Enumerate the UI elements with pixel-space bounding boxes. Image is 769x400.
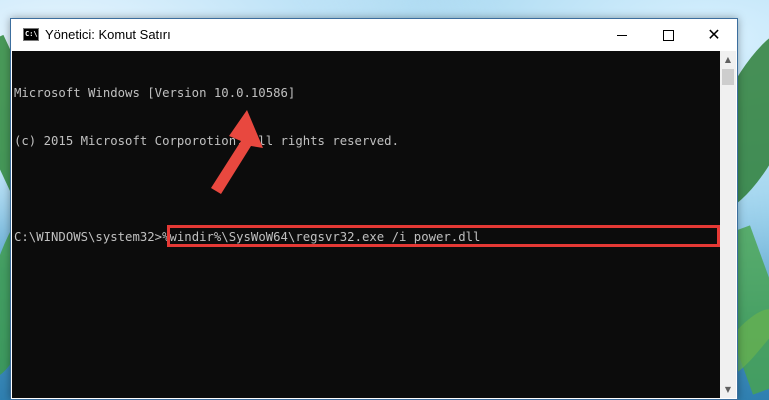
command-highlight-box [167, 225, 720, 247]
window-title: Yönetici: Komut Satırı [45, 27, 171, 42]
console-output[interactable]: Microsoft Windows [Version 10.0.10586] (… [12, 51, 720, 398]
maximize-button[interactable] [645, 19, 691, 51]
command-prompt: C:\WINDOWS\system32> [14, 230, 163, 244]
minimize-button[interactable] [599, 19, 645, 51]
vertical-scrollbar[interactable]: ▲ ▼ [720, 51, 736, 398]
scroll-thumb[interactable] [722, 69, 734, 85]
scroll-up-icon[interactable]: ▲ [720, 51, 736, 68]
scroll-down-icon[interactable]: ▼ [720, 381, 736, 398]
cmd-app-icon[interactable]: C:\ [23, 28, 39, 41]
title-bar[interactable]: C:\ Yönetici: Komut Satırı ✕ [11, 19, 737, 51]
maximize-icon [662, 29, 674, 41]
console-line: (c) 2015 Microsoft Corporotion. All righ… [14, 134, 399, 148]
command-prompt-window: C:\ Yönetici: Komut Satırı ✕ Microsoft W… [10, 18, 738, 400]
close-icon: ✕ [707, 25, 721, 44]
minimize-icon [617, 34, 627, 36]
console-line: Microsoft Windows [Version 10.0.10586] [14, 86, 296, 100]
pointer-arrow-icon [211, 110, 263, 194]
close-button[interactable]: ✕ [691, 19, 737, 51]
command-line[interactable]: C:\WINDOWS\system32>%windir%\SysWoW64\re… [14, 225, 720, 247]
